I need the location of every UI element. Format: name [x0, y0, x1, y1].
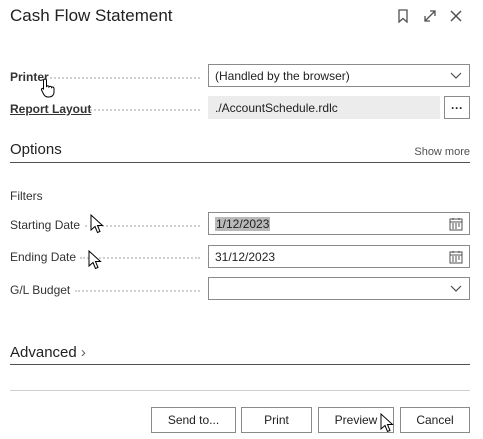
- arrow-cursor-icon: [90, 214, 104, 234]
- chevron-right-icon: ›: [80, 344, 86, 361]
- report-layout-field: ./AccountSchedule.rdlc: [208, 96, 440, 119]
- report-layout-lookup-button[interactable]: ···: [444, 96, 470, 119]
- ending-date-label: Ending Date: [10, 250, 77, 264]
- chevron-down-icon: [450, 72, 462, 79]
- starting-date-input[interactable]: 1/12/2023: [208, 212, 470, 235]
- calendar-icon[interactable]: [449, 250, 463, 264]
- advanced-label: Advanced: [10, 344, 77, 361]
- leader-dots: [90, 109, 200, 111]
- chevron-down-icon: [450, 285, 462, 292]
- more-icon: ···: [451, 100, 463, 115]
- ending-date-value: 31/12/2023: [215, 249, 276, 264]
- starting-date-value: 1/12/2023: [215, 216, 271, 231]
- leader-dots: [75, 290, 200, 292]
- gl-budget-select[interactable]: [208, 277, 470, 300]
- gl-budget-label: G/L Budget: [10, 283, 71, 297]
- advanced-section-title[interactable]: Advanced ›: [10, 344, 86, 361]
- hand-cursor-icon: [40, 78, 55, 98]
- expand-icon[interactable]: [420, 6, 440, 26]
- leader-dots: [50, 77, 200, 79]
- print-button[interactable]: Print: [241, 407, 312, 433]
- filters-heading: Filters: [10, 189, 43, 203]
- report-layout-link[interactable]: Report Layout: [10, 102, 91, 116]
- starting-date-label: Starting Date: [10, 218, 81, 232]
- show-more-link[interactable]: Show more: [414, 146, 470, 158]
- dialog-title: Cash Flow Statement: [10, 6, 173, 25]
- section-divider: [10, 364, 470, 365]
- close-icon[interactable]: [446, 6, 466, 26]
- printer-select[interactable]: (Handled by the browser): [208, 64, 470, 87]
- section-divider: [10, 162, 470, 163]
- bookmark-icon[interactable]: [393, 6, 413, 26]
- footer-divider: [10, 390, 470, 391]
- arrow-cursor-icon: [380, 413, 394, 433]
- arrow-cursor-icon: [88, 250, 102, 270]
- calendar-icon[interactable]: [449, 217, 463, 231]
- cancel-button[interactable]: Cancel: [400, 407, 470, 433]
- send-to-button[interactable]: Send to...: [151, 407, 236, 433]
- printer-value: (Handled by the browser): [215, 68, 350, 83]
- report-layout-value: ./AccountSchedule.rdlc: [215, 100, 338, 115]
- ending-date-input[interactable]: 31/12/2023: [208, 245, 470, 268]
- options-section-title[interactable]: Options: [10, 141, 62, 158]
